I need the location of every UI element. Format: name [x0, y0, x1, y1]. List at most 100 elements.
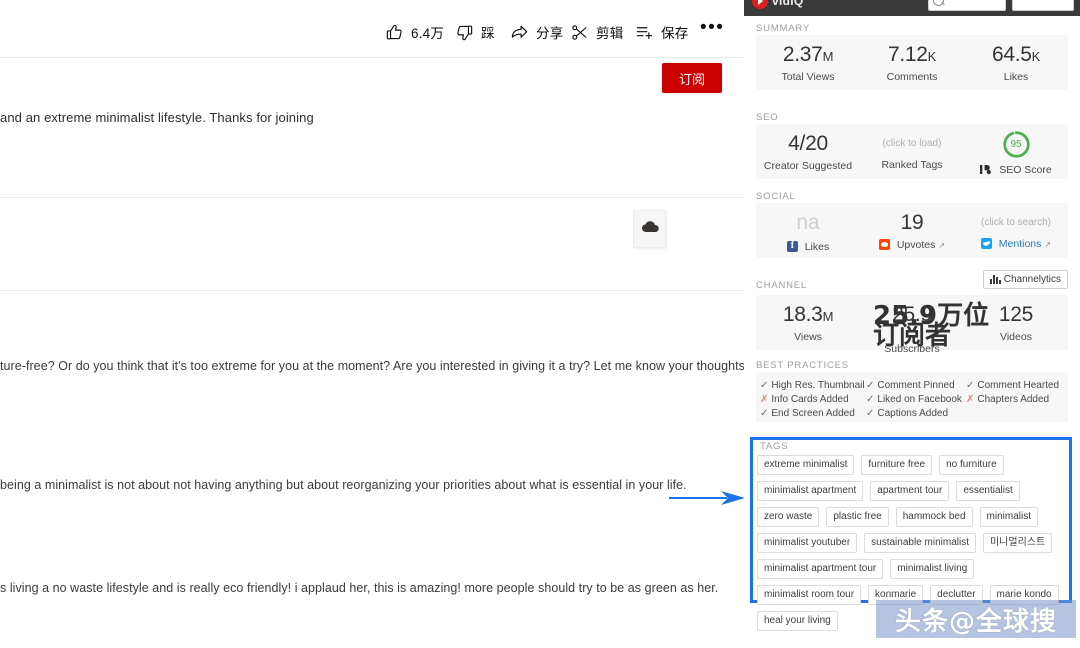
bp-item-1: ✓ Comment Pinned: [866, 380, 955, 391]
external-link-icon-2: ↗: [1044, 240, 1052, 249]
total-views-label: Total Views: [781, 71, 835, 83]
bp-label-6: End Screen Added: [771, 408, 855, 419]
header-secondary-input[interactable]: [1012, 0, 1074, 11]
tag-chip[interactable]: minimalist living: [890, 559, 975, 579]
search-icon: [933, 0, 944, 6]
watermark: 头条@全球搜: [876, 600, 1076, 638]
check-icon: ✓: [866, 380, 875, 391]
tag-chip[interactable]: no furniture: [939, 455, 1004, 475]
vidiq-wordmark: vidIQ: [772, 0, 804, 8]
tag-chip[interactable]: apartment tour: [870, 481, 950, 501]
summary-section-title: SUMMARY: [756, 23, 810, 34]
cloud-icon: [640, 217, 660, 242]
tag-chip[interactable]: minimalist room tour: [757, 585, 862, 605]
vidiq-logo: vidIQ: [752, 0, 804, 9]
bp-item-4: ✓ Liked on Facebook: [866, 394, 962, 405]
bp-label-4: Liked on Facebook: [877, 394, 962, 405]
stat-facebook-likes[interactable]: na Likes: [756, 212, 860, 255]
check-icon: ✓: [760, 380, 769, 391]
comment-text-1: ture-free? Or do you think that it's too…: [0, 359, 744, 373]
save-label: 保存: [661, 26, 689, 41]
annotation-arrow-icon: [669, 488, 745, 508]
stat-creator-suggested[interactable]: 4/20 Creator Suggested: [756, 133, 860, 172]
check-icon: ✓: [760, 408, 769, 419]
tag-chip[interactable]: sustainable minimalist: [864, 533, 976, 553]
video-action-bar: 6.4万 踩 分享 剪辑 保存 •••: [0, 10, 744, 50]
cross-icon: ✗: [966, 394, 975, 405]
channel-section-title: CHANNEL: [756, 280, 807, 291]
channel-views-label: Views: [794, 331, 822, 343]
channel-views-value: 18.3: [782, 303, 823, 326]
save-button[interactable]: 保存: [635, 22, 688, 42]
mentions-label: Mentions: [998, 238, 1042, 250]
tag-row: minimalist youtuber sustainable minimali…: [757, 533, 1067, 553]
bp-label-3: Info Cards Added: [771, 394, 849, 405]
videos-label: Videos: [1000, 331, 1032, 343]
header-search-input[interactable]: [928, 0, 1006, 11]
bp-item-7: ✓ Captions Added: [866, 408, 948, 419]
video-description-text: and an extreme minimalist lifestyle. Tha…: [0, 110, 314, 125]
overlay-subscribers-label-cn: 订阅者: [873, 321, 952, 351]
bp-item-5: ✗ Chapters Added: [966, 394, 1049, 405]
more-actions-button[interactable]: •••: [700, 17, 725, 38]
seo-score-value: 95: [1010, 139, 1022, 150]
tag-chip[interactable]: hammock bed: [895, 507, 973, 527]
tag-chip[interactable]: minimalist apartment tour: [757, 559, 884, 579]
stat-total-views: 2.37M Total Views: [756, 44, 860, 83]
tag-chip[interactable]: zero waste: [757, 507, 820, 527]
stat-ranked-tags[interactable]: (click to load) Ranked Tags: [860, 133, 964, 172]
upvotes-value: 19: [900, 211, 924, 234]
fb-likes-label: Likes: [804, 241, 830, 253]
creator-suggested-label: Creator Suggested: [763, 160, 853, 172]
subscribe-button[interactable]: 订阅: [662, 63, 722, 93]
more-horizontal-icon: •••: [700, 17, 725, 38]
stat-reddit-upvotes[interactable]: 19 Upvotes ↗: [860, 212, 964, 253]
fb-likes-value: na: [796, 211, 820, 234]
tag-chip[interactable]: 미니멀리스트: [982, 533, 1053, 553]
tag-chip[interactable]: heal your living: [757, 611, 838, 631]
total-views-suffix: M: [822, 49, 834, 64]
cloud-thumbnail-card[interactable]: [633, 210, 666, 248]
stat-twitter-mentions[interactable]: (click to search) Mentions ↗: [964, 212, 1068, 252]
seo-score-ring: 95: [1002, 130, 1031, 159]
social-section-title: SOCIAL: [756, 191, 796, 202]
bp-item-0: ✓ High Res. Thumbnail: [760, 380, 865, 391]
tag-chip[interactable]: minimalist: [979, 507, 1038, 527]
comments-value: 7.12: [887, 43, 928, 66]
creator-suggested-value: 4/20: [788, 132, 828, 155]
clip-button[interactable]: 剪辑: [570, 22, 623, 42]
bp-label-7: Captions Added: [877, 408, 949, 419]
like-button[interactable]: 6.4万: [385, 22, 444, 42]
share-label: 分享: [536, 26, 564, 41]
tag-chip[interactable]: minimalist youtuber: [757, 533, 858, 553]
tag-chip[interactable]: extreme minimalist: [757, 455, 855, 475]
comments-suffix: K: [927, 49, 937, 64]
dislike-button[interactable]: 踩: [455, 22, 495, 42]
tag-chip[interactable]: minimalist apartment: [757, 481, 864, 501]
tag-chip[interactable]: furniture free: [861, 455, 933, 475]
ranked-tags-hint: (click to load): [882, 138, 942, 149]
check-icon: ✓: [966, 380, 975, 391]
mentions-hint: (click to search): [980, 217, 1051, 228]
seo-score-label: SEO Score: [999, 164, 1052, 176]
stat-seo-score[interactable]: 95 SEO Score: [964, 130, 1068, 178]
thumbs-down-icon: [455, 23, 474, 42]
tag-chip[interactable]: essentialist: [956, 481, 1020, 501]
bp-label-2: Comment Hearted: [977, 380, 1060, 391]
best-practices-section-title: BEST PRACTICES: [756, 360, 849, 371]
tag-row: minimalist apartment tour minimalist liv…: [757, 559, 1067, 579]
bar-chart-icon: [989, 275, 1001, 284]
channelytics-button[interactable]: Channelytics: [982, 270, 1068, 289]
divider-middle: [0, 197, 744, 198]
stat-likes: 64.5K Likes: [964, 44, 1068, 83]
share-button[interactable]: 分享: [510, 22, 563, 42]
comments-label: Comments: [886, 71, 938, 83]
tag-row: minimalist apartment apartment tour esse…: [757, 481, 1067, 501]
divider-top: [0, 57, 744, 58]
likes-label: Likes: [1003, 71, 1029, 83]
tag-chip[interactable]: plastic free: [826, 507, 889, 527]
seo-section-title: SEO: [756, 112, 779, 123]
vidiq-header-bar: vidIQ: [744, 0, 1080, 16]
save-list-icon: [635, 23, 654, 42]
stat-comments: 7.12K Comments: [860, 44, 964, 83]
